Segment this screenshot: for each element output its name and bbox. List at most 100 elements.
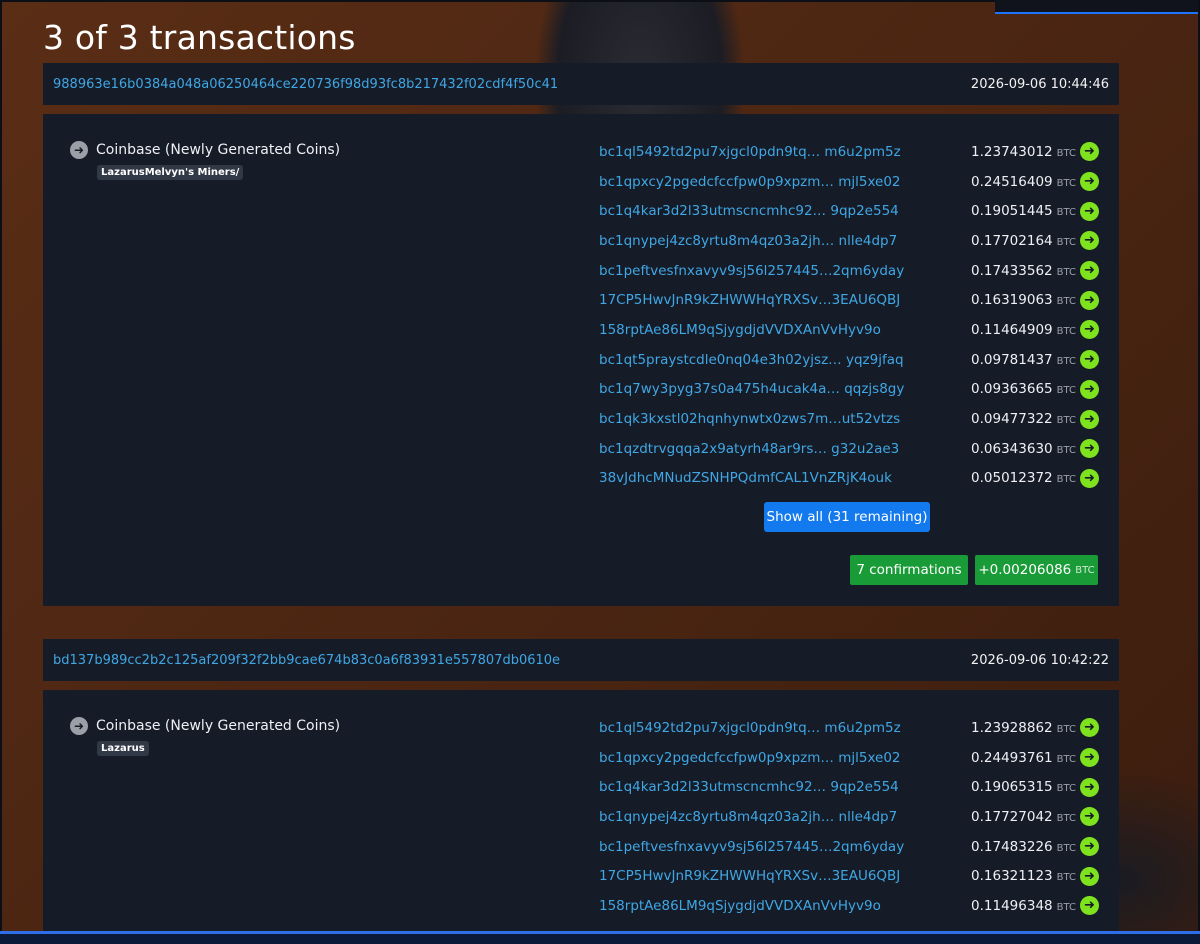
- window-bottom-bar: [0, 931, 1200, 944]
- output-amount: 0.11496348 BTC: [971, 897, 1076, 914]
- output-row: 17CP5HwvJnR9kZHWWHqYRXSv…3EAU6QBJ 0.16319…: [599, 285, 1099, 315]
- output-row: bc1q4kar3d2l33utmscncmhc92… 9qp2e554 0.19…: [599, 772, 1099, 802]
- output-row: bc1q4kar3d2l33utmscncmhc92… 9qp2e554 0.19…: [599, 196, 1099, 226]
- miner-tag: Lazarus: [97, 741, 149, 756]
- arrow-right-circle-icon[interactable]: ➜: [1080, 409, 1099, 429]
- tx-id-link[interactable]: bd137b989cc2b2c125af209f32f2bb9cae674b83…: [53, 653, 560, 668]
- tx-outputs: bc1ql5492td2pu7xjgcl0pdn9tq… m6u2pm5z 1.2…: [599, 137, 1099, 493]
- output-address-link[interactable]: bc1peftvesfnxavyv9sj56l257445…2qm6yday: [599, 263, 966, 279]
- tx-body: ➜ Coinbase (Newly Generated Coins) Lazar…: [43, 690, 1119, 944]
- show-all-outputs-button[interactable]: Show all (31 remaining): [764, 502, 930, 532]
- miner-tag: LazarusMelvyn's Miners/: [97, 165, 244, 180]
- output-address-link[interactable]: 17CP5HwvJnR9kZHWWHqYRXSv…3EAU6QBJ: [599, 868, 966, 884]
- output-amount: 0.17727042 BTC: [971, 808, 1076, 825]
- output-row: 17CP5HwvJnR9kZHWWHqYRXSv…3EAU6QBJ 0.16321…: [599, 861, 1099, 891]
- output-row: 158rptAe86LM9qSjygdjdVVDXAnVvHyv9o 0.1149…: [599, 891, 1099, 921]
- output-amount: 0.19051445 BTC: [971, 203, 1076, 220]
- arrow-right-circle-icon[interactable]: ➜: [1080, 231, 1099, 251]
- tx-header: bd137b989cc2b2c125af209f32f2bb9cae674b83…: [43, 639, 1119, 681]
- tx-timestamp: 2026-09-06 10:42:22: [970, 652, 1109, 668]
- output-amount: 0.17433562 BTC: [971, 262, 1076, 279]
- output-row: bc1qpxcy2pgedcfccfpw0p9xpzm… mjl5xe02 0.2…: [599, 743, 1099, 773]
- arrow-right-circle-icon[interactable]: ➜: [1080, 807, 1099, 827]
- output-address-link[interactable]: bc1qk3kxstl02hqnhynwtx0zws7m…ut52vtzs: [599, 411, 966, 427]
- arrow-right-circle-icon[interactable]: ➜: [1080, 320, 1099, 340]
- output-address-link[interactable]: bc1ql5492td2pu7xjgcl0pdn9tq… m6u2pm5z: [599, 720, 966, 736]
- tx-outputs: bc1ql5492td2pu7xjgcl0pdn9tq… m6u2pm5z 1.2…: [599, 713, 1099, 921]
- input-label: Coinbase (Newly Generated Coins): [96, 718, 341, 734]
- output-address-link[interactable]: bc1qnypej4zc8yrtu8m4qz03a2jh… nlle4dp7: [599, 233, 966, 249]
- output-row: 158rptAe86LM9qSjygdjdVVDXAnVvHyv9o 0.1146…: [599, 315, 1099, 345]
- output-address-link[interactable]: 158rptAe86LM9qSjygdjdVVDXAnVvHyv9o: [599, 322, 966, 338]
- output-row: bc1qk3kxstl02hqnhynwtx0zws7m…ut52vtzs 0.0…: [599, 404, 1099, 434]
- output-address-link[interactable]: bc1q7wy3pyg37s0a475h4ucak4a… qqzjs8gy: [599, 381, 966, 397]
- output-amount: 0.09781437 BTC: [971, 351, 1076, 368]
- arrow-right-circle-icon[interactable]: ➜: [1080, 142, 1099, 162]
- output-row: bc1peftvesfnxavyv9sj56l257445…2qm6yday 0.…: [599, 256, 1099, 286]
- output-address-link[interactable]: bc1qpxcy2pgedcfccfpw0p9xpzm… mjl5xe02: [599, 174, 966, 190]
- output-amount: 0.17483226 BTC: [971, 838, 1076, 855]
- arrow-right-circle-icon[interactable]: ➜: [1080, 379, 1099, 399]
- arrow-right-circle-icon[interactable]: ➜: [1080, 350, 1099, 370]
- output-amount: 0.16319063 BTC: [971, 292, 1076, 309]
- arrow-right-circle-icon[interactable]: ➜: [1080, 439, 1099, 459]
- output-address-link[interactable]: bc1ql5492td2pu7xjgcl0pdn9tq… m6u2pm5z: [599, 144, 966, 160]
- tx-body: ➜ Coinbase (Newly Generated Coins) Lazar…: [43, 114, 1119, 606]
- arrow-right-circle-icon[interactable]: ➜: [1080, 290, 1099, 310]
- window-top-right-tab: [995, 0, 1200, 14]
- output-row: bc1qzdtrvgqqa2x9atyrh48ar9rs… g32u2ae3 0.…: [599, 434, 1099, 464]
- output-row: bc1qnypej4zc8yrtu8m4qz03a2jh… nlle4dp7 0.…: [599, 226, 1099, 256]
- output-amount: 0.05012372 BTC: [971, 470, 1076, 487]
- arrow-right-circle-icon[interactable]: ➜: [1080, 172, 1099, 192]
- output-address-link[interactable]: bc1q4kar3d2l33utmscncmhc92… 9qp2e554: [599, 779, 966, 795]
- output-amount: 0.19065315 BTC: [971, 779, 1076, 796]
- output-row: bc1qpxcy2pgedcfccfpw0p9xpzm… mjl5xe02 0.2…: [599, 167, 1099, 197]
- output-amount: 0.17702164 BTC: [971, 232, 1076, 249]
- tx-input: ➜ Coinbase (Newly Generated Coins) Lazar…: [70, 717, 340, 756]
- output-amount: 0.06343630 BTC: [971, 440, 1076, 457]
- net-amount-badge: +0.00206086 BTC: [975, 555, 1098, 585]
- tx-id-link[interactable]: 988963e16b0384a048a06250464ce220736f98d9…: [53, 77, 558, 92]
- tx-timestamp: 2026-09-06 10:44:46: [970, 76, 1109, 92]
- arrow-right-circle-icon[interactable]: ➜: [1080, 718, 1099, 738]
- output-row: bc1peftvesfnxavyv9sj56l257445…2qm6yday 0.…: [599, 832, 1099, 862]
- confirmations-badge: 7 confirmations: [850, 555, 968, 585]
- output-amount: 0.16321123 BTC: [971, 868, 1076, 885]
- output-address-link[interactable]: 158rptAe86LM9qSjygdjdVVDXAnVvHyv9o: [599, 898, 966, 914]
- output-row: bc1qt5praystcdle0nq04e3h02yjsz… yqz9jfaq…: [599, 345, 1099, 375]
- arrow-right-circle-icon[interactable]: ➜: [1080, 261, 1099, 281]
- arrow-right-circle-icon[interactable]: ➜: [70, 717, 88, 735]
- output-address-link[interactable]: bc1qzdtrvgqqa2x9atyrh48ar9rs… g32u2ae3: [599, 441, 966, 457]
- arrow-right-circle-icon[interactable]: ➜: [1080, 468, 1099, 488]
- input-label: Coinbase (Newly Generated Coins): [96, 142, 341, 158]
- arrow-right-circle-icon[interactable]: ➜: [1080, 866, 1099, 886]
- output-address-link[interactable]: bc1qpxcy2pgedcfccfpw0p9xpzm… mjl5xe02: [599, 750, 966, 766]
- output-row: 38vJdhcMNudZSNHPQdmfCAL1VnZRjK4ouk 0.0501…: [599, 464, 1099, 494]
- output-address-link[interactable]: 17CP5HwvJnR9kZHWWHqYRXSv…3EAU6QBJ: [599, 292, 966, 308]
- output-amount: 0.11464909 BTC: [971, 321, 1076, 338]
- output-amount: 1.23928862 BTC: [971, 719, 1076, 736]
- arrow-right-circle-icon[interactable]: ➜: [1080, 201, 1099, 221]
- window-left-border: [0, 0, 2, 944]
- output-row: bc1qnypej4zc8yrtu8m4qz03a2jh… nlle4dp7 0.…: [599, 802, 1099, 832]
- output-row: bc1ql5492td2pu7xjgcl0pdn9tq… m6u2pm5z 1.2…: [599, 713, 1099, 743]
- output-amount: 1.23743012 BTC: [971, 143, 1076, 160]
- output-amount: 0.24493761 BTC: [971, 749, 1076, 766]
- output-address-link[interactable]: bc1peftvesfnxavyv9sj56l257445…2qm6yday: [599, 839, 966, 855]
- arrow-right-circle-icon[interactable]: ➜: [1080, 748, 1099, 768]
- output-row: bc1q7wy3pyg37s0a475h4ucak4a… qqzjs8gy 0.0…: [599, 375, 1099, 405]
- arrow-right-circle-icon[interactable]: ➜: [70, 141, 88, 159]
- arrow-right-circle-icon[interactable]: ➜: [1080, 777, 1099, 797]
- arrow-right-circle-icon[interactable]: ➜: [1080, 837, 1099, 857]
- output-amount: 0.09363665 BTC: [971, 381, 1076, 398]
- output-address-link[interactable]: bc1qt5praystcdle0nq04e3h02yjsz… yqz9jfaq: [599, 352, 966, 368]
- output-address-link[interactable]: 38vJdhcMNudZSNHPQdmfCAL1VnZRjK4ouk: [599, 470, 966, 486]
- output-address-link[interactable]: bc1q4kar3d2l33utmscncmhc92… 9qp2e554: [599, 203, 966, 219]
- output-row: bc1ql5492td2pu7xjgcl0pdn9tq… m6u2pm5z 1.2…: [599, 137, 1099, 167]
- tx-header: 988963e16b0384a048a06250464ce220736f98d9…: [43, 63, 1119, 105]
- page-title: 3 of 3 transactions: [43, 18, 356, 57]
- output-address-link[interactable]: bc1qnypej4zc8yrtu8m4qz03a2jh… nlle4dp7: [599, 809, 966, 825]
- output-amount: 0.09477322 BTC: [971, 411, 1076, 428]
- arrow-right-circle-icon[interactable]: ➜: [1080, 896, 1099, 916]
- output-amount: 0.24516409 BTC: [971, 173, 1076, 190]
